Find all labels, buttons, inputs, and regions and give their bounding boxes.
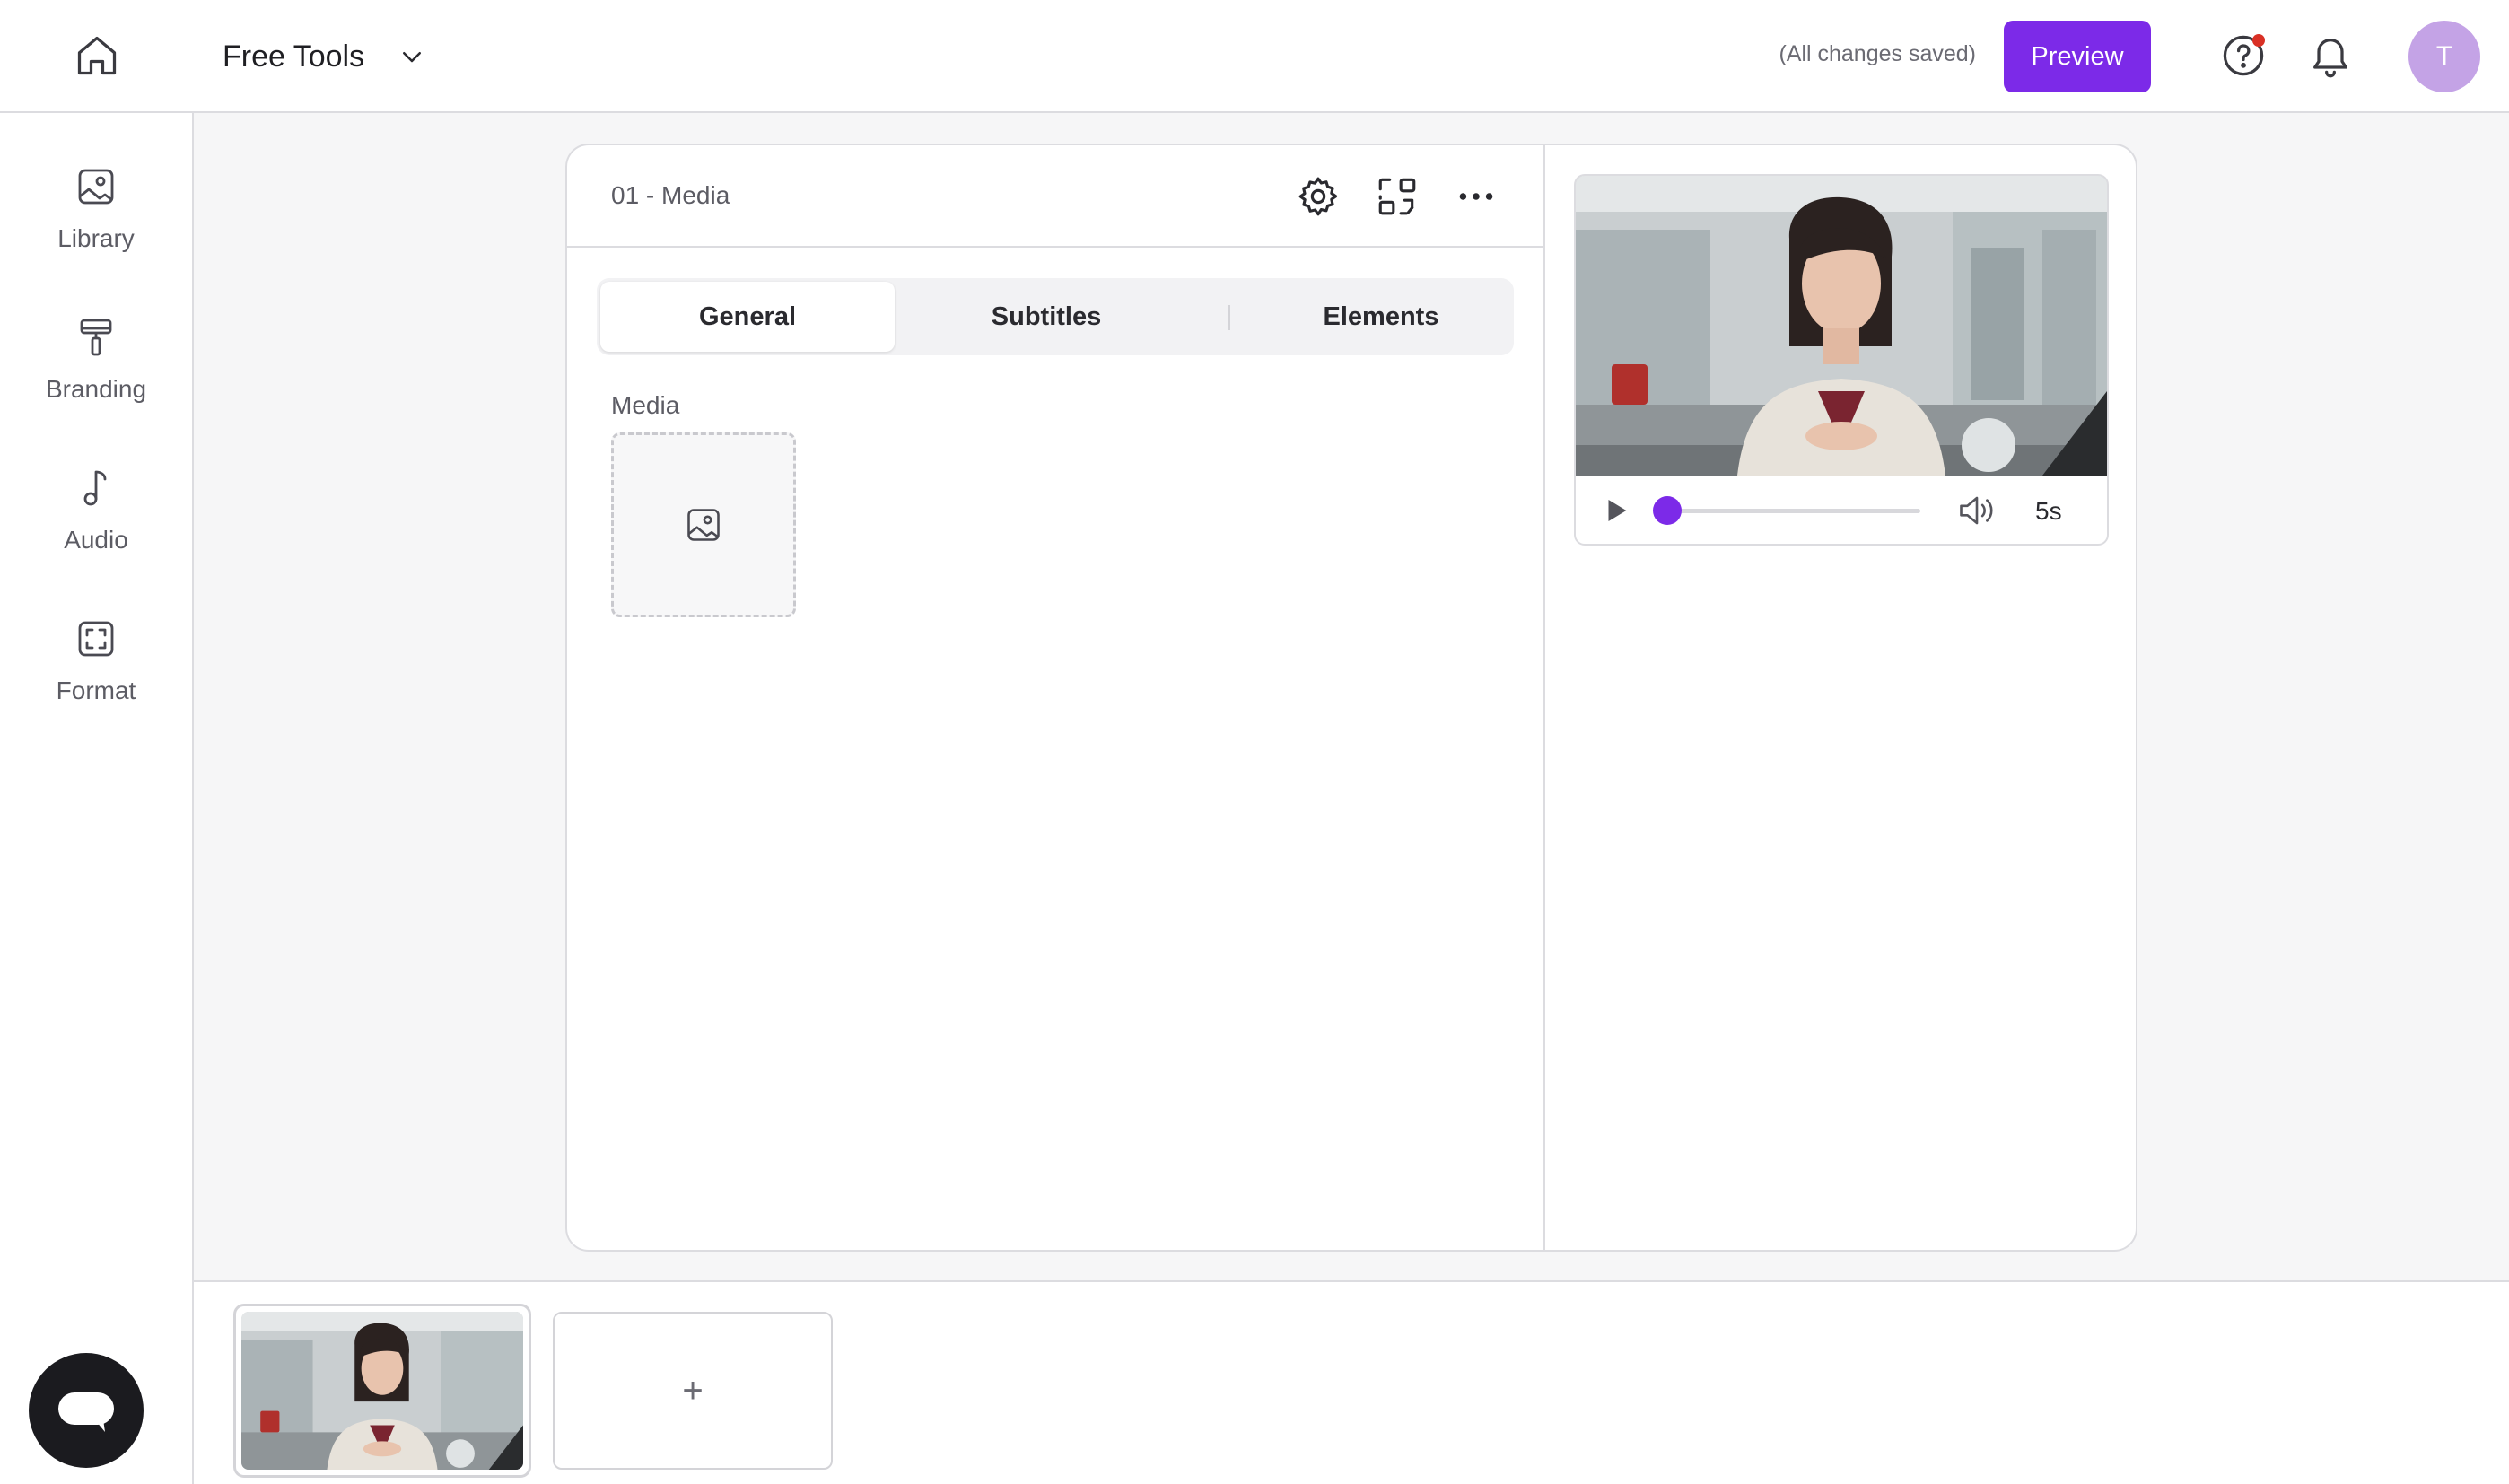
- sidebar-item-label: Format: [56, 677, 136, 704]
- aspect-ratio-icon: [74, 617, 118, 660]
- save-status: (All changes saved): [1779, 41, 1976, 66]
- video-frame[interactable]: [1576, 176, 2107, 476]
- media-label: Media: [611, 391, 680, 419]
- notification-dot: [2252, 34, 2265, 47]
- more-icon[interactable]: [1454, 174, 1499, 219]
- scene-title: 01 - Media: [611, 181, 730, 209]
- project-selector[interactable]: Free Tools: [223, 32, 425, 81]
- sidebar-item-label: Library: [57, 224, 135, 252]
- project-name: Free Tools: [223, 39, 365, 74]
- duration-label: 5s: [2035, 497, 2062, 525]
- tab-general[interactable]: General: [600, 282, 895, 352]
- chat-icon: [55, 1385, 118, 1436]
- seek-handle[interactable]: [1652, 496, 1682, 525]
- scene-timeline: +: [194, 1280, 2509, 1484]
- chat-button[interactable]: [29, 1353, 144, 1468]
- media-dropzone[interactable]: [611, 432, 796, 617]
- sidebar-item-audio[interactable]: Audio: [0, 467, 192, 601]
- music-note-icon: [74, 467, 118, 510]
- chevron-down-icon: [398, 43, 425, 70]
- help-icon[interactable]: [2220, 32, 2267, 79]
- seek-bar[interactable]: [1652, 496, 1920, 525]
- preview-button[interactable]: Preview: [2004, 21, 2151, 92]
- swap-layout-icon[interactable]: [1375, 174, 1420, 219]
- image-icon: [684, 505, 723, 545]
- scene-thumbnail[interactable]: [233, 1304, 531, 1478]
- bell-icon[interactable]: [2307, 32, 2354, 79]
- add-scene-button[interactable]: +: [553, 1312, 833, 1470]
- video-player: 5s: [1574, 174, 2109, 546]
- sidebar-item-label: Branding: [45, 375, 147, 403]
- image-icon: [74, 165, 118, 208]
- gear-icon[interactable]: [1296, 174, 1341, 219]
- tab-elements[interactable]: Elements: [1230, 282, 1532, 352]
- scene-editor-card: 01 - Media General Subtitles Elements Me…: [565, 144, 2137, 1252]
- sidebar-item-branding[interactable]: Branding: [0, 316, 192, 450]
- player-controls: 5s: [1576, 476, 2107, 544]
- top-bar: Free Tools (All changes saved) Preview T: [0, 0, 2509, 113]
- scene-tabs: General Subtitles Elements: [597, 278, 1514, 355]
- play-icon[interactable]: [1601, 495, 1631, 526]
- sidebar-item-library[interactable]: Library: [0, 165, 192, 300]
- scene-header: 01 - Media: [567, 145, 1543, 248]
- sidebar-item-format[interactable]: Format: [0, 617, 192, 752]
- paint-roller-icon: [74, 316, 118, 359]
- avatar[interactable]: T: [2408, 21, 2480, 92]
- sidebar: Library Branding Audio Format: [0, 113, 194, 1484]
- sidebar-item-label: Audio: [64, 526, 128, 554]
- volume-icon[interactable]: [1956, 492, 1998, 529]
- tab-subtitles[interactable]: Subtitles: [898, 282, 1194, 352]
- scene-settings-pane: 01 - Media General Subtitles Elements Me…: [567, 145, 1545, 1250]
- home-icon[interactable]: [74, 32, 120, 79]
